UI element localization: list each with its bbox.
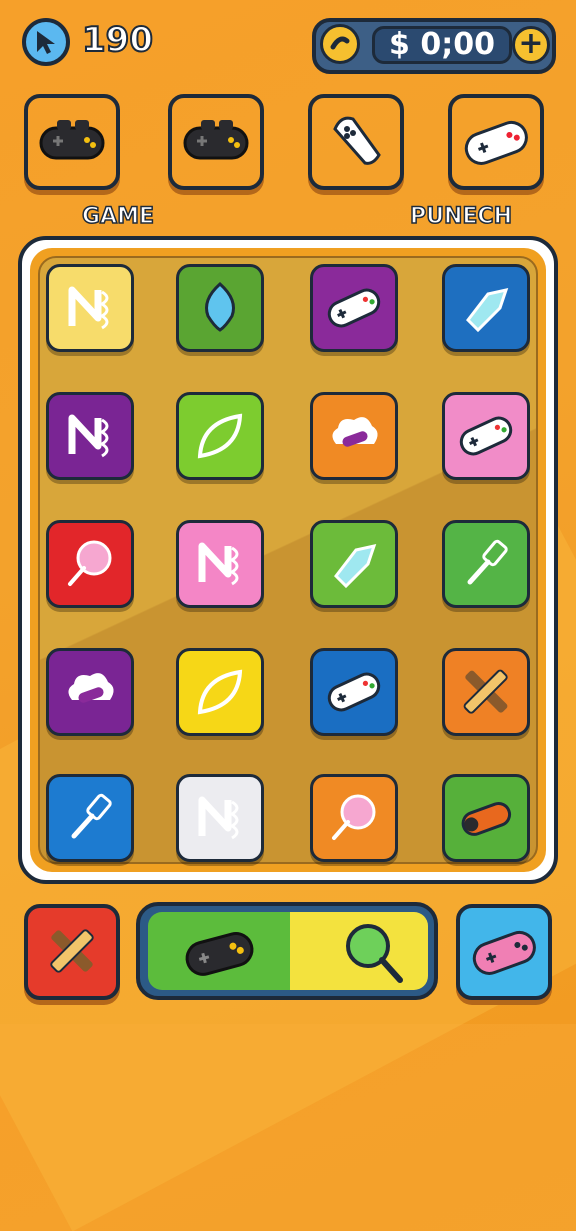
category-label-game: GAME (81, 203, 155, 230)
cloud-gamepad-icon (332, 417, 378, 447)
add-money-button[interactable]: + (512, 26, 550, 64)
lollipop-icon (68, 540, 112, 586)
bottom-right-button[interactable] (456, 904, 552, 1000)
tile-15[interactable] (310, 648, 398, 736)
leaf-icon (197, 413, 243, 459)
tile-4[interactable] (442, 264, 530, 352)
gamepad-icon (464, 120, 528, 165)
tile-1[interactable] (46, 264, 134, 352)
cursor-icon[interactable] (22, 18, 70, 66)
category-button-2[interactable] (168, 94, 264, 190)
score-counter: 190 (81, 19, 154, 61)
crossed-planks-icon (50, 929, 94, 973)
gamepad-icon (459, 416, 513, 456)
n-logo-icon (198, 796, 239, 840)
tile-5[interactable] (46, 392, 134, 480)
category-button-3[interactable] (308, 94, 404, 190)
balloon-icon (205, 281, 235, 332)
bottom-bar-right[interactable] (290, 912, 428, 990)
tile-19[interactable] (310, 774, 398, 862)
tile-11[interactable] (310, 520, 398, 608)
tile-16[interactable] (442, 648, 530, 736)
tile-20[interactable] (442, 774, 530, 862)
gamepad-icon (39, 120, 105, 160)
tile-14[interactable] (176, 648, 264, 736)
leaf-icon (197, 669, 243, 715)
n-logo-icon (68, 286, 109, 330)
category-button-4[interactable] (448, 94, 544, 190)
n-logo-icon (68, 414, 109, 458)
tile-9[interactable] (46, 520, 134, 608)
tile-3[interactable] (310, 264, 398, 352)
gamepad-icon (327, 288, 381, 328)
log-gamepad-icon (461, 801, 512, 836)
category-label-punech: PUNECH (409, 203, 513, 230)
tile-6[interactable] (176, 392, 264, 480)
coin-icon (320, 24, 360, 64)
crystal-icon (334, 543, 377, 589)
tile-17[interactable] (46, 774, 134, 862)
n-logo-icon (198, 542, 239, 586)
gamepad-icon (472, 930, 536, 975)
crystal-icon (466, 287, 509, 333)
gamepad-icon (183, 120, 249, 160)
tile-12[interactable] (442, 520, 530, 608)
magnifier-icon (346, 924, 403, 983)
tile-10[interactable] (176, 520, 264, 608)
crossed-planks-icon (463, 669, 508, 714)
hammer-icon (71, 793, 112, 839)
category-button-1[interactable] (24, 94, 120, 190)
gamepad-icon (327, 672, 381, 712)
bottom-bar-left[interactable] (148, 912, 290, 990)
lollipop-icon (332, 794, 376, 840)
ghost-card-icon (333, 116, 381, 165)
hammer-icon (467, 539, 508, 585)
tile-8[interactable] (442, 392, 530, 480)
tile-7[interactable] (310, 392, 398, 480)
tile-13[interactable] (46, 648, 134, 736)
tile-18[interactable] (176, 774, 264, 862)
gamepad-icon (185, 932, 254, 976)
tile-2[interactable] (176, 264, 264, 352)
bottom-left-button[interactable] (24, 904, 120, 1000)
cloud-gamepad-icon (68, 673, 114, 703)
money-display: $ 0;00 (372, 26, 512, 64)
